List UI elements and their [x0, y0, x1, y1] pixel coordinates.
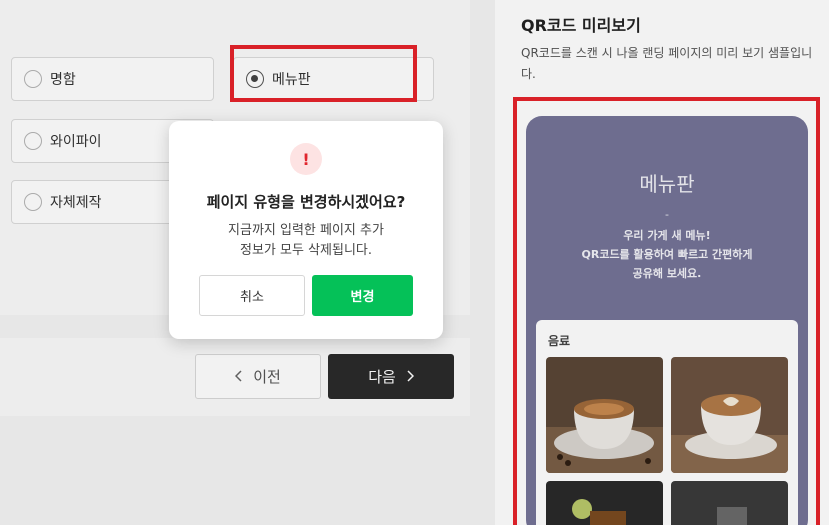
cancel-button[interactable]: 취소	[199, 275, 305, 316]
confirm-dialog: ! 페이지 유형을 변경하시겠어요? 지금까지 입력한 페이지 추가 정보가 모…	[169, 121, 443, 339]
change-button[interactable]: 변경	[312, 275, 413, 316]
alert-icon: !	[290, 143, 322, 175]
dialog-message: 지금까지 입력한 페이지 추가 정보가 모두 삭제됩니다.	[169, 221, 443, 261]
dialog-title: 페이지 유형을 변경하시겠어요?	[206, 193, 406, 211]
dialog-message-line: 지금까지 입력한 페이지 추가	[228, 223, 384, 238]
dialog-message-line: 정보가 모두 삭제됩니다.	[240, 243, 372, 258]
